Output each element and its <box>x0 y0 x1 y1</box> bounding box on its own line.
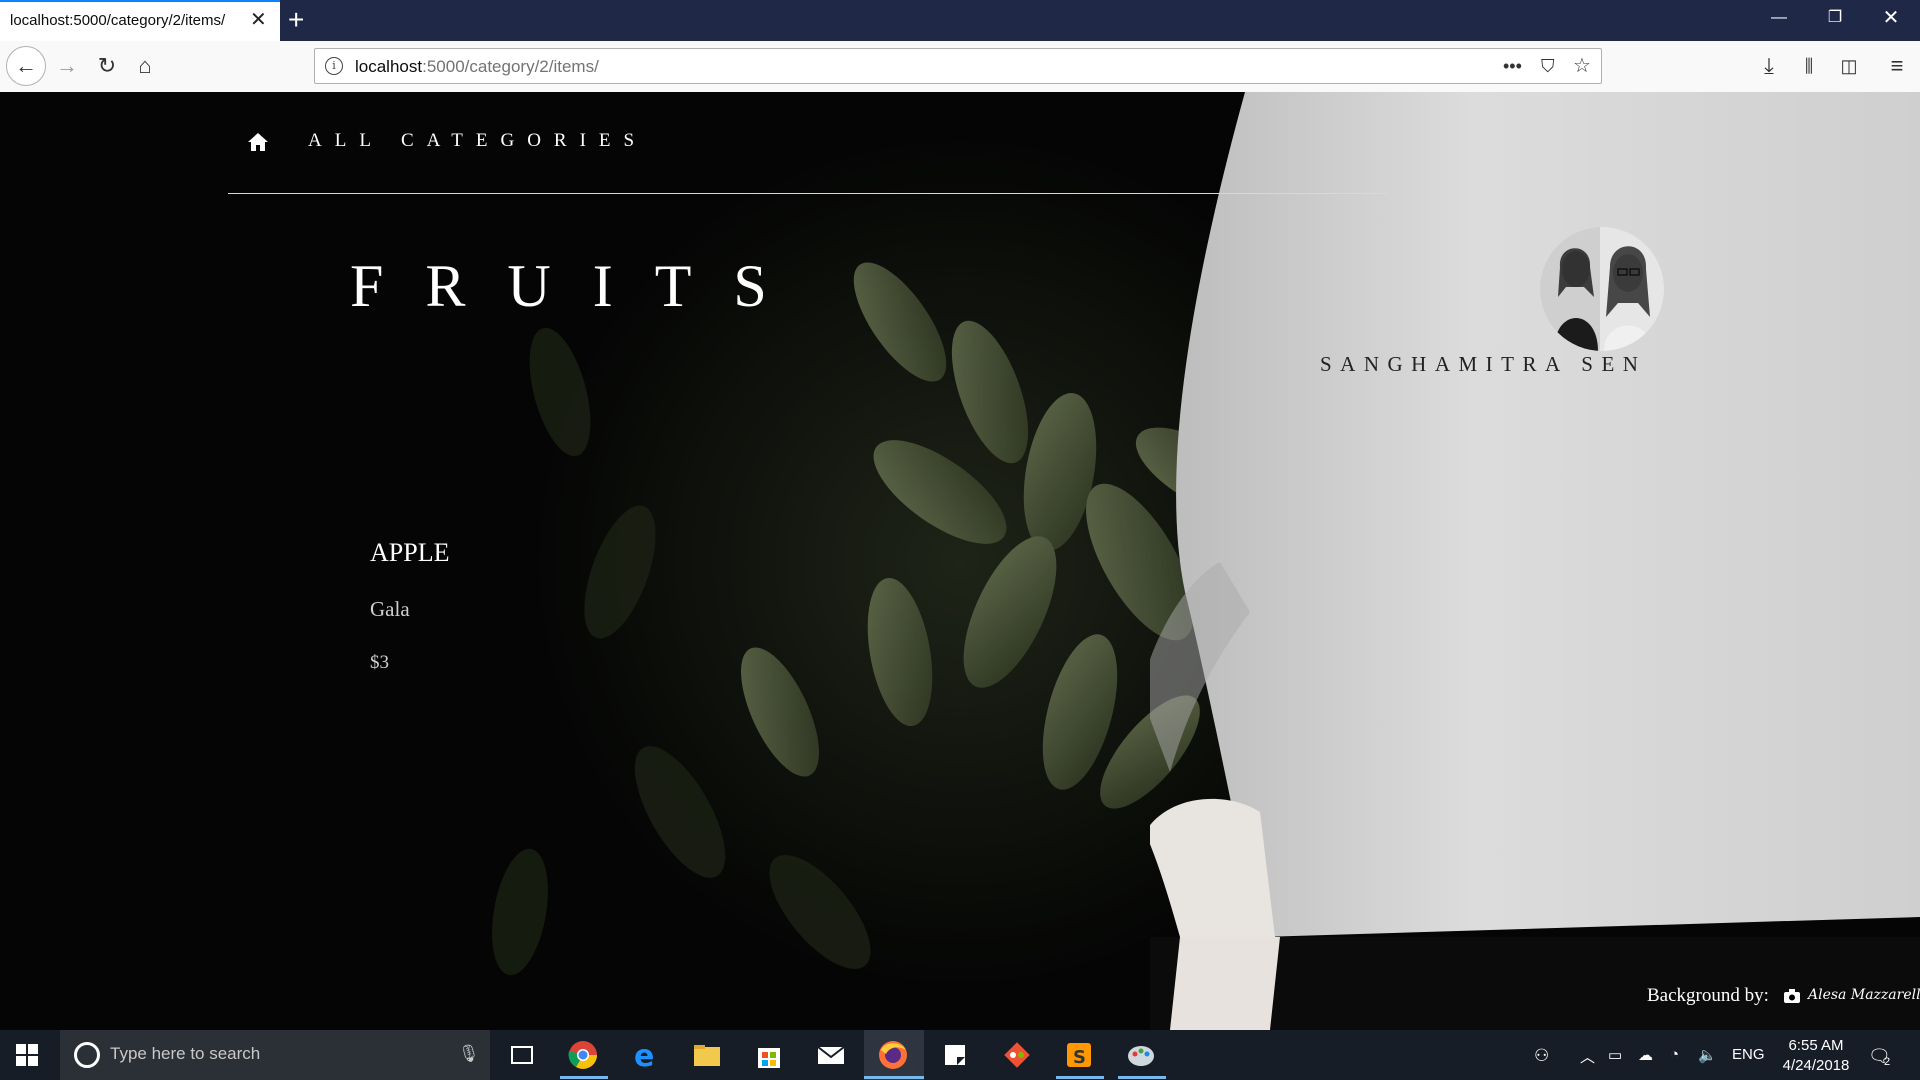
store-icon[interactable] <box>752 1038 786 1072</box>
notification-count: 2 <box>1884 1056 1891 1068</box>
minimize-icon[interactable]: — <box>1764 8 1794 28</box>
clock-time: 6:55 AM <box>1788 1037 1844 1054</box>
show-hidden-icons-icon[interactable]: ︿ <box>1580 1046 1595 1067</box>
svg-text:S: S <box>1073 1047 1086 1068</box>
clock-date: 4/24/2018 <box>1782 1057 1850 1074</box>
tab-strip: localhost:5000/category/2/items/ ✕ + — ❐… <box>0 0 1920 41</box>
close-window-icon[interactable]: ✕ <box>1876 8 1906 28</box>
svg-text:e: e <box>634 1039 654 1072</box>
wifi-icon[interactable]: ◔ <box>1670 1046 1679 1063</box>
url-text[interactable]: localhost:5000/category/2/items/ <box>355 57 599 77</box>
bookmark-star-icon[interactable]: ☆ <box>1573 54 1591 78</box>
item-price: $3 <box>370 652 389 673</box>
firefox-icon[interactable] <box>876 1038 910 1072</box>
edge-icon[interactable]: e <box>628 1038 662 1072</box>
page-content: ALL CATEGORIES FRUITS APPLE Gala $3 SANG… <box>0 92 1920 1030</box>
new-tab-icon[interactable]: + <box>288 5 304 35</box>
credit-label: Background by: <box>1647 985 1769 1006</box>
people-icon[interactable]: ⚇ <box>1534 1046 1549 1066</box>
windows-start-icon[interactable] <box>16 1044 38 1066</box>
tab-title: localhost:5000/category/2/items/ <box>10 12 226 29</box>
sticky-notes-icon[interactable] <box>938 1038 972 1072</box>
camera-icon <box>1784 989 1800 1003</box>
chrome-icon[interactable] <box>566 1038 600 1072</box>
language-indicator[interactable]: ENG <box>1732 1046 1765 1063</box>
downloads-icon[interactable]: ⤓ <box>1752 49 1786 83</box>
search-placeholder: Type here to search <box>110 1044 261 1063</box>
sweater-image <box>1150 92 1920 1030</box>
reload-icon[interactable]: ↻ <box>90 49 124 83</box>
taskbar-search[interactable]: Type here to search 🎙 <box>60 1030 490 1080</box>
active-tab[interactable]: localhost:5000/category/2/items/ ✕ <box>0 0 280 41</box>
item-description: Gala <box>370 597 410 621</box>
author-avatar <box>1540 227 1664 351</box>
close-tab-icon[interactable]: ✕ <box>250 10 267 30</box>
address-bar[interactable]: i localhost:5000/category/2/items/ ••• ⛉… <box>314 48 1602 84</box>
page-actions-icon[interactable]: ••• <box>1503 54 1522 78</box>
author-name: SANGHAMITRA SEN <box>1320 352 1647 376</box>
menu-icon[interactable]: ≡ <box>1880 49 1914 83</box>
mail-icon[interactable] <box>814 1038 848 1072</box>
taskbar: Type here to search 🎙 e S ⚇ ︿ ▭ ☁ ◔ 🔈 EN… <box>0 1030 1920 1080</box>
clock[interactable]: 6:55 AM 4/24/2018 <box>1776 1036 1856 1076</box>
task-view-icon[interactable] <box>505 1038 539 1072</box>
photographer-name[interactable]: Alesa Mazzarella <box>1808 987 1920 1003</box>
sublime-active-indicator <box>1056 1076 1104 1079</box>
chrome-active-indicator <box>560 1076 608 1079</box>
paint-active-indicator <box>1118 1076 1166 1079</box>
navigation-toolbar: ← → ↻ ⌂ i localhost:5000/category/2/item… <box>0 41 1920 93</box>
firefox-active-indicator <box>864 1076 924 1079</box>
header-divider <box>228 193 1388 194</box>
library-icon[interactable]: ⫼ <box>1792 49 1826 83</box>
onedrive-icon[interactable]: ☁ <box>1638 1046 1653 1064</box>
battery-icon[interactable]: ▭ <box>1608 1046 1622 1064</box>
microphone-icon[interactable]: 🎙 <box>458 1044 480 1064</box>
all-categories-link[interactable]: ALL CATEGORIES <box>308 130 647 152</box>
site-info-icon[interactable]: i <box>325 57 343 75</box>
restore-icon[interactable]: ❐ <box>1820 8 1850 28</box>
file-explorer-icon[interactable] <box>690 1038 724 1072</box>
pocket-icon[interactable]: ⛉ <box>1541 54 1555 78</box>
git-icon[interactable] <box>1000 1038 1034 1072</box>
back-icon[interactable]: ← <box>6 46 46 86</box>
sublime-text-icon[interactable]: S <box>1062 1038 1096 1072</box>
item-name[interactable]: APPLE <box>370 538 449 568</box>
home-icon[interactable] <box>246 130 270 154</box>
cortana-icon <box>74 1042 100 1068</box>
category-title: FRUITS <box>350 253 809 319</box>
forward-icon[interactable]: → <box>50 49 84 83</box>
volume-icon[interactable]: 🔈 <box>1698 1046 1717 1064</box>
home-button-icon[interactable]: ⌂ <box>128 49 162 83</box>
paint-icon[interactable] <box>1124 1038 1158 1072</box>
sidebar-icon[interactable]: ◫ <box>1832 49 1866 83</box>
